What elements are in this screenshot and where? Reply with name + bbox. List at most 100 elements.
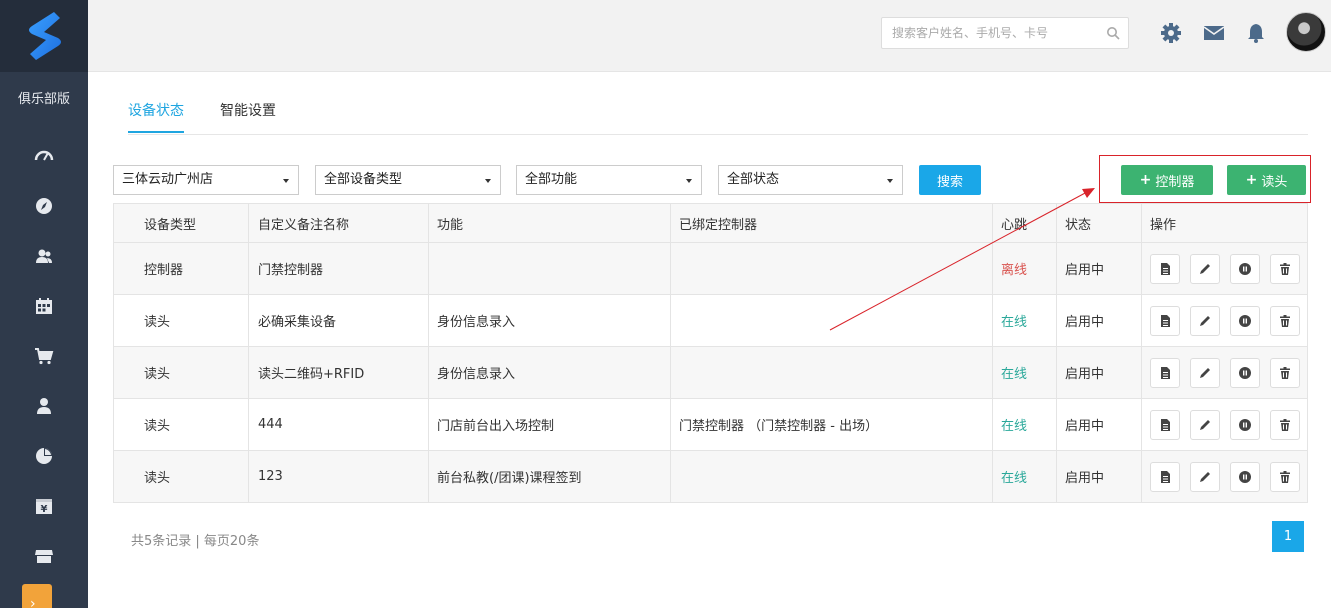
sidebar: 俱乐部版 ¥ › — [0, 0, 88, 612]
table-row: 读头 读头二维码+RFID 身份信息录入 在线 启用中 — [113, 346, 1308, 399]
device-type-select[interactable]: 全部设备类型 — [315, 165, 501, 195]
store-select[interactable]: 三体云动广州店 — [113, 165, 299, 195]
trash-icon — [1280, 314, 1290, 327]
search-icon[interactable] — [1106, 26, 1120, 40]
cell-actions — [1141, 242, 1308, 295]
tab-device-status[interactable]: 设备状态 — [128, 100, 184, 133]
sidebar-item-dashboard[interactable] — [0, 131, 88, 181]
page-button-current[interactable]: 1 — [1272, 521, 1304, 552]
col-bound-controller: 已绑定控制器 — [670, 203, 993, 243]
sidebar-item-schedule[interactable] — [0, 281, 88, 331]
trash-icon — [1280, 262, 1290, 275]
pause-icon — [1239, 262, 1251, 275]
cell-bound-controller: 门禁控制器 （门禁控制器 - 出场） — [670, 398, 993, 451]
sidebar-item-finance[interactable]: ¥ — [0, 481, 88, 531]
cell-status: 启用中 — [1056, 294, 1142, 347]
pencil-icon — [1200, 315, 1210, 326]
logo[interactable] — [0, 0, 88, 72]
top-header — [88, 0, 1331, 72]
sidebar-item-store[interactable] — [0, 531, 88, 581]
cell-custom-name: 读头二维码+RFID — [248, 346, 429, 399]
col-actions: 操作 — [1141, 203, 1308, 243]
add-reader-button[interactable]: + 读头 — [1227, 165, 1306, 195]
view-detail-button[interactable] — [1150, 253, 1180, 284]
pause-button[interactable] — [1230, 461, 1260, 492]
view-detail-button[interactable] — [1150, 357, 1180, 388]
sidebar-item-reports[interactable] — [0, 431, 88, 481]
document-icon — [1161, 262, 1170, 275]
row-action-group — [1150, 357, 1307, 388]
table-header-row: 设备类型 自定义备注名称 功能 已绑定控制器 心跳 状态 操作 — [113, 203, 1308, 243]
edit-button[interactable] — [1190, 253, 1220, 284]
cell-device-type: 控制器 — [113, 242, 249, 295]
pause-button[interactable] — [1230, 409, 1260, 440]
delete-button[interactable] — [1270, 253, 1300, 284]
cell-actions — [1141, 450, 1308, 503]
edit-button[interactable] — [1190, 409, 1220, 440]
avatar[interactable] — [1286, 12, 1326, 52]
cell-status: 启用中 — [1056, 450, 1142, 503]
store-select-value: 三体云动广州店 — [122, 172, 214, 187]
delete-button[interactable] — [1270, 357, 1300, 388]
chevron-right-icon[interactable]: › — [30, 596, 36, 612]
cell-actions — [1141, 294, 1308, 347]
cell-custom-name: 必确采集设备 — [248, 294, 429, 347]
document-icon — [1161, 470, 1170, 483]
delete-button[interactable] — [1270, 305, 1300, 336]
sidebar-item-shop[interactable] — [0, 331, 88, 381]
sidebar-bottom-badge[interactable] — [22, 584, 52, 608]
sidebar-item-staff[interactable] — [0, 381, 88, 431]
cell-device-type: 读头 — [113, 450, 249, 503]
plus-icon: + — [1139, 172, 1152, 188]
pause-icon — [1239, 470, 1251, 483]
tab-bar: 设备状态 智能设置 — [128, 95, 1308, 135]
cell-custom-name: 门禁控制器 — [248, 242, 429, 295]
view-detail-button[interactable] — [1150, 409, 1180, 440]
edit-button[interactable] — [1190, 461, 1220, 492]
pencil-icon — [1200, 471, 1210, 482]
pause-button[interactable] — [1230, 305, 1260, 336]
store-icon — [35, 550, 53, 563]
cell-heartbeat: 在线 — [992, 450, 1057, 503]
caret-down-icon — [887, 179, 893, 183]
pagination-summary: 共5条记录 | 每页20条 — [131, 534, 260, 549]
customer-search-input[interactable] — [882, 18, 1102, 48]
finance-icon: ¥ — [36, 499, 52, 515]
table-row: 读头 必确采集设备 身份信息录入 在线 启用中 — [113, 294, 1308, 347]
table-row: 读头 123 前台私教(/团课)课程签到 在线 启用中 — [113, 450, 1308, 503]
tab-smart-settings[interactable]: 智能设置 — [220, 100, 276, 131]
pause-button[interactable] — [1230, 357, 1260, 388]
pause-icon — [1239, 314, 1251, 327]
delete-button[interactable] — [1270, 461, 1300, 492]
cell-function — [428, 242, 671, 295]
trash-icon — [1280, 418, 1290, 431]
sidebar-item-members[interactable] — [0, 231, 88, 281]
gear-icon[interactable] — [1160, 22, 1182, 44]
view-detail-button[interactable] — [1150, 461, 1180, 492]
function-select[interactable]: 全部功能 — [516, 165, 702, 195]
view-detail-button[interactable] — [1150, 305, 1180, 336]
bell-icon[interactable] — [1245, 22, 1267, 44]
row-action-group — [1150, 461, 1307, 492]
mail-icon[interactable] — [1203, 22, 1225, 44]
cell-bound-controller — [670, 450, 993, 503]
cell-device-type: 读头 — [113, 294, 249, 347]
sidebar-item-discover[interactable] — [0, 181, 88, 231]
edit-button[interactable] — [1190, 305, 1220, 336]
pause-button[interactable] — [1230, 253, 1260, 284]
edit-button[interactable] — [1190, 357, 1220, 388]
cell-bound-controller — [670, 294, 993, 347]
col-status: 状态 — [1056, 203, 1142, 243]
status-select[interactable]: 全部状态 — [718, 165, 903, 195]
cart-icon — [35, 348, 54, 365]
add-controller-button[interactable]: + 控制器 — [1121, 165, 1213, 195]
dashboard-icon — [34, 150, 54, 161]
cell-status: 启用中 — [1056, 398, 1142, 451]
trash-icon — [1280, 470, 1290, 483]
delete-button[interactable] — [1270, 409, 1300, 440]
col-function: 功能 — [428, 203, 671, 243]
device-table: 设备类型 自定义备注名称 功能 已绑定控制器 心跳 状态 操作 控制器 门禁控制器… — [113, 203, 1308, 503]
cell-function: 身份信息录入 — [428, 346, 671, 399]
cell-status: 启用中 — [1056, 242, 1142, 295]
search-button[interactable]: 搜索 — [919, 165, 981, 195]
